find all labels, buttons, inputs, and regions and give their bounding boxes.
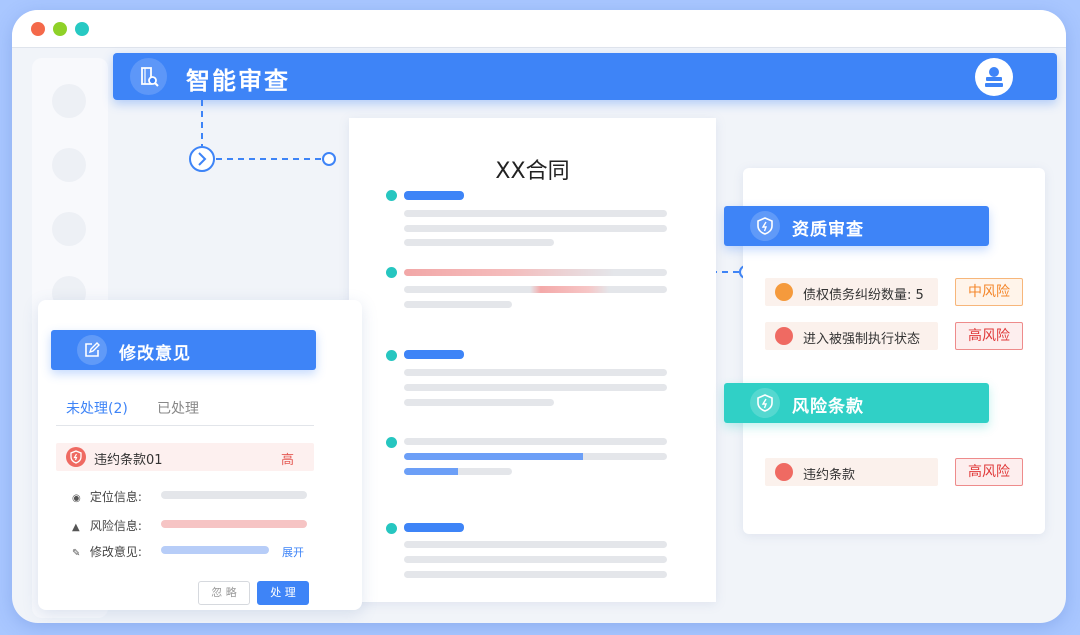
violation-level: 高 bbox=[280, 453, 294, 468]
tab-unprocessed[interactable]: 未处理(2) bbox=[66, 398, 128, 418]
text-placeholder bbox=[404, 399, 554, 406]
ignore-button[interactable]: 忽 略 bbox=[198, 581, 250, 605]
shield-alert-icon bbox=[775, 463, 793, 481]
document-warning-icon bbox=[775, 283, 793, 301]
warning-triangle-icon: ▲ bbox=[72, 522, 80, 533]
highlighted-text-placeholder bbox=[404, 286, 667, 293]
text-placeholder bbox=[404, 239, 554, 246]
risk-clause-item[interactable]: 违约条款 bbox=[765, 458, 938, 486]
suggestion-row: ✎ 修改意见: bbox=[72, 543, 142, 560]
sidebar-item[interactable] bbox=[52, 212, 86, 246]
avatar[interactable] bbox=[975, 58, 1013, 96]
text-placeholder bbox=[404, 210, 667, 217]
text-placeholder bbox=[404, 556, 667, 563]
qualification-review-title: 资质审查 bbox=[792, 220, 864, 240]
shield-alert-icon bbox=[66, 447, 86, 467]
risk-clause-item-text: 违约条款 bbox=[803, 468, 856, 483]
text-placeholder bbox=[404, 571, 667, 578]
sidebar-item[interactable] bbox=[52, 84, 86, 118]
violation-item[interactable]: 违约条款01 高 bbox=[56, 443, 314, 471]
page-title: 智能审查 bbox=[186, 67, 290, 95]
section-marker bbox=[386, 350, 397, 361]
section-marker bbox=[386, 267, 397, 278]
edit-suggestions-panel: 修改意见 未处理(2) 已处理 违约条款01 高 ◉ 定位信息: ▲ 风险信息: bbox=[38, 300, 362, 610]
high-risk-badge: 高风险 bbox=[955, 322, 1023, 350]
text-placeholder bbox=[404, 438, 667, 445]
qualification-item[interactable]: 进入被强制执行状态 bbox=[765, 322, 938, 350]
location-info-row: ◉ 定位信息: bbox=[72, 488, 142, 505]
process-button[interactable]: 处 理 bbox=[257, 581, 309, 605]
medium-risk-badge: 中风险 bbox=[955, 278, 1023, 306]
violation-label: 违约条款01 bbox=[94, 453, 163, 468]
highlighted-text-placeholder bbox=[404, 269, 667, 276]
close-window-button[interactable] bbox=[31, 22, 45, 36]
risk-clauses-header: 风险条款 bbox=[724, 383, 989, 423]
title-bar bbox=[12, 10, 1066, 48]
sidebar-item[interactable] bbox=[52, 148, 86, 182]
document-title: XX合同 bbox=[495, 159, 570, 184]
contract-document: XX合同 bbox=[349, 118, 716, 602]
header-bar: 智能审查 bbox=[113, 53, 1057, 100]
highlighted-text-placeholder bbox=[404, 453, 667, 460]
text-placeholder bbox=[404, 225, 667, 232]
pencil-icon: ✎ bbox=[72, 548, 81, 559]
shield-icon bbox=[750, 388, 780, 418]
edit-suggestions-header: 修改意见 bbox=[51, 330, 316, 370]
highlighted-text-placeholder bbox=[404, 468, 512, 475]
suggestion-value bbox=[161, 546, 269, 554]
shield-alert-icon bbox=[775, 327, 793, 345]
section-marker bbox=[386, 190, 397, 201]
expand-link[interactable]: 展开 bbox=[282, 544, 304, 560]
app-window: 智能审查 XX合同 修改意见 未处理(2) 已处理 违约条款01 高 ◉ 定位信… bbox=[12, 10, 1066, 623]
maximize-window-button[interactable] bbox=[75, 22, 89, 36]
status-tabs: 未处理(2) 已处理 bbox=[56, 396, 314, 426]
qualification-review-header: 资质审查 bbox=[724, 206, 989, 246]
minimize-window-button[interactable] bbox=[53, 22, 67, 36]
location-pin-icon: ◉ bbox=[72, 493, 81, 504]
edit-icon bbox=[77, 335, 107, 365]
text-placeholder bbox=[404, 384, 667, 391]
section-marker bbox=[386, 523, 397, 534]
risk-info-value bbox=[161, 520, 307, 528]
text-placeholder bbox=[404, 301, 512, 308]
section-heading-placeholder bbox=[404, 191, 464, 200]
high-risk-badge: 高风险 bbox=[955, 458, 1023, 486]
risk-info-label: 风险信息: bbox=[89, 519, 142, 533]
risk-info-row: ▲ 风险信息: bbox=[72, 517, 142, 534]
location-info-label: 定位信息: bbox=[89, 490, 142, 504]
text-placeholder bbox=[404, 541, 667, 548]
tab-processed[interactable]: 已处理 bbox=[157, 398, 199, 418]
document-search-icon bbox=[130, 58, 167, 95]
user-stamp-icon bbox=[985, 67, 1003, 87]
qualification-item-text: 债权债务纠纷数量: 5 bbox=[803, 288, 924, 303]
location-info-value bbox=[161, 491, 307, 499]
suggestion-label: 修改意见: bbox=[89, 545, 142, 559]
section-heading-placeholder bbox=[404, 523, 464, 532]
shield-icon bbox=[750, 211, 780, 241]
qualification-item[interactable]: 债权债务纠纷数量: 5 bbox=[765, 278, 938, 306]
qualification-item-text: 进入被强制执行状态 bbox=[803, 332, 921, 347]
chevron-right-icon bbox=[189, 146, 215, 172]
risk-clauses-title: 风险条款 bbox=[792, 397, 864, 417]
edit-suggestions-title: 修改意见 bbox=[119, 344, 191, 364]
section-marker bbox=[386, 437, 397, 448]
section-heading-placeholder bbox=[404, 350, 464, 359]
text-placeholder bbox=[404, 369, 667, 376]
